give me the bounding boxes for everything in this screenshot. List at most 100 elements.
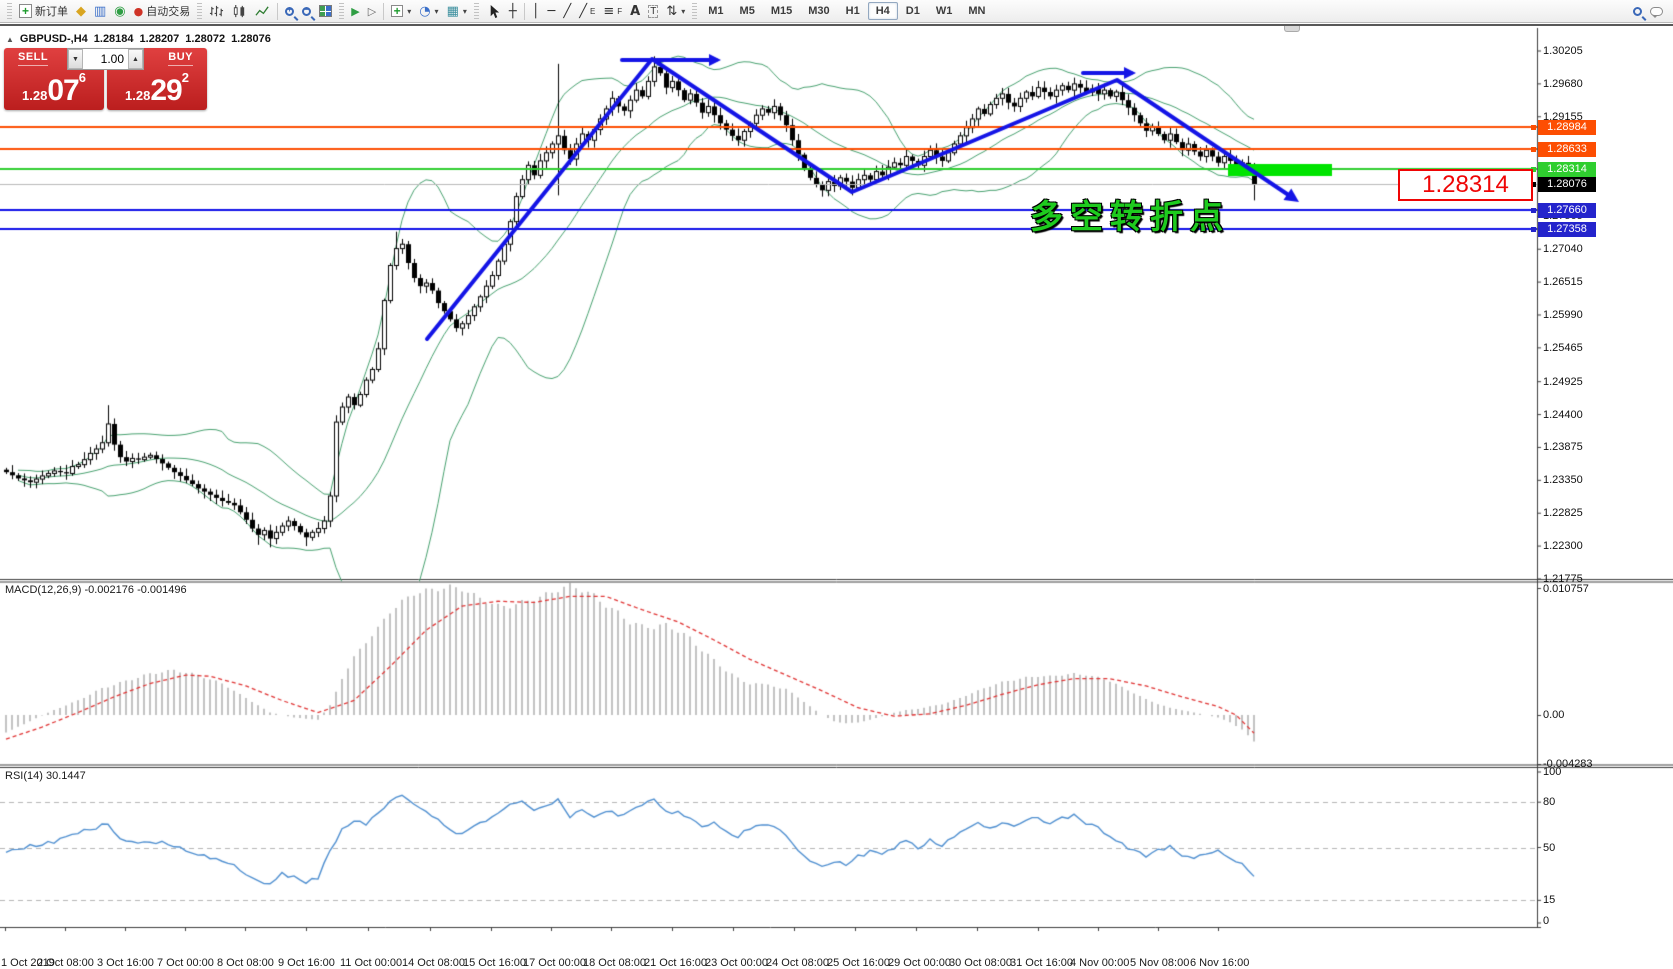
price-tag-label: 1.27358: [1538, 222, 1596, 237]
line-chart-icon: [255, 4, 270, 19]
autotrading-icon: ●: [134, 6, 144, 17]
buy-price: 1.28292: [107, 70, 207, 108]
splitter-handle[interactable]: [1284, 26, 1300, 32]
horizontal-line-icon: ─: [548, 5, 556, 18]
time-axis-label: 3 Oct 16:00: [97, 957, 154, 969]
volume-input[interactable]: [83, 49, 128, 69]
channel-icon: ╱: [579, 5, 587, 18]
one-click-trading-panel: SELL 1.28076 BUY 1.28292 ▼ ▲: [4, 48, 207, 110]
tile-windows-button[interactable]: [315, 1, 336, 21]
arrows-button[interactable]: ⇅ ▾: [662, 1, 689, 21]
rsi-axis-label: 100: [1543, 766, 1561, 778]
price-tick-label: 1.30205: [1543, 45, 1583, 57]
rsi-axis-label: 15: [1543, 894, 1555, 906]
chart-shift-button[interactable]: ▷: [364, 1, 380, 21]
market-depth-button[interactable]: ▥: [90, 1, 110, 21]
equidistant-channel-button[interactable]: ╱E: [575, 1, 599, 21]
cursor-button[interactable]: [482, 1, 505, 21]
chart-window: ▲ GBPUSD-,H4 1.28184 1.28207 1.28072 1.2…: [0, 24, 1673, 948]
timeframe-m5[interactable]: M5: [732, 2, 763, 20]
autotrading-button[interactable]: ● 自动交易: [130, 1, 195, 21]
timeframe-m1[interactable]: M1: [700, 2, 731, 20]
timeframe-h1[interactable]: H1: [838, 2, 868, 20]
search-icon[interactable]: [1633, 7, 1642, 16]
macd-axis-label: 0.010757: [1543, 583, 1589, 595]
price-tag-label: 1.28984: [1538, 120, 1596, 135]
line-chart-button[interactable]: [251, 1, 274, 21]
charts-button[interactable]: ◆: [72, 1, 90, 21]
new-order-icon: +: [19, 4, 32, 18]
turning-point-annotation: 多空转折点: [1030, 190, 1230, 238]
chat-icon[interactable]: [1650, 7, 1663, 16]
toolbar-grip[interactable]: [7, 3, 12, 19]
clock-icon: ◔: [419, 5, 430, 18]
time-axis-label: 5 Nov 08:00: [1130, 957, 1189, 969]
indicators-icon: +: [391, 5, 403, 17]
timeframe-m15[interactable]: M15: [763, 2, 800, 20]
rsi-axis-label: 80: [1543, 796, 1555, 808]
vertical-line-icon: │: [532, 5, 540, 18]
timeframe-bar: M1M5M15M30H1H4D1W1MN: [700, 2, 993, 20]
time-axis-label: 2 Oct 08:00: [37, 957, 94, 969]
collapse-icon[interactable]: ▲: [6, 35, 14, 44]
time-axis-label: 11 Oct 00:00: [340, 957, 402, 969]
time-axis-label: 29 Oct 00:00: [888, 957, 951, 969]
price-tick-label: 1.26515: [1543, 276, 1583, 288]
volume-decrease-button[interactable]: ▼: [68, 49, 83, 69]
time-axis-label: 23 Oct 00:00: [705, 957, 768, 969]
template-icon: ▦: [447, 5, 459, 18]
time-axis-label: 8 Oct 08:00: [217, 957, 274, 969]
vertical-line-button[interactable]: │: [528, 1, 544, 21]
periods-button[interactable]: ◔ ▾: [415, 1, 442, 21]
timeframe-mn[interactable]: MN: [960, 2, 993, 20]
autotrading-label: 自动交易: [146, 3, 190, 19]
chart-shift-icon: ▷: [368, 6, 376, 17]
price-tag-label: 1.28633: [1538, 142, 1596, 157]
volume-increase-button[interactable]: ▲: [128, 49, 143, 69]
text-button[interactable]: A: [626, 1, 644, 21]
price-tick-label: 1.24400: [1543, 409, 1583, 421]
timeframe-w1[interactable]: W1: [928, 2, 961, 20]
chart-canvas[interactable]: [0, 26, 1673, 950]
toolbar-grip[interactable]: [339, 3, 344, 19]
candlestick-chart-button[interactable]: [228, 1, 251, 21]
templates-button[interactable]: ▦ ▾: [443, 1, 471, 21]
zoom-in-button[interactable]: +: [281, 1, 298, 21]
fibonacci-button[interactable]: ≡F: [599, 1, 626, 21]
bar-chart-icon: [209, 4, 224, 19]
tile-windows-icon: [319, 5, 332, 17]
crosshair-icon: ┼: [509, 5, 517, 18]
candlestick-chart-icon: [232, 4, 247, 19]
rsi-axis-label: 0: [1543, 915, 1549, 927]
crosshair-button[interactable]: ┼: [505, 1, 521, 21]
toolbar-grip[interactable]: [197, 3, 202, 19]
auto-scroll-icon: ▶: [351, 6, 359, 17]
text-label-button[interactable]: T: [644, 1, 662, 21]
auto-scroll-button[interactable]: ▶: [347, 1, 363, 21]
timeframe-h4[interactable]: H4: [868, 2, 898, 20]
signals-button[interactable]: ◉: [110, 1, 129, 21]
bar-chart-button[interactable]: [205, 1, 228, 21]
price-callout-box: 1.28314: [1398, 169, 1533, 201]
timeframe-d1[interactable]: D1: [898, 2, 928, 20]
time-axis-label: 17 Oct 00:00: [523, 957, 586, 969]
zoom-out-button[interactable]: −: [298, 1, 315, 21]
price-tick-label: 1.23350: [1543, 474, 1583, 486]
macd-indicator-label: MACD(12,26,9) -0.002176 -0.001496: [5, 584, 187, 596]
new-order-button[interactable]: + 新订单: [15, 1, 72, 21]
timeframe-m30[interactable]: M30: [800, 2, 837, 20]
toolbar-grip[interactable]: [474, 3, 479, 19]
text-icon: A: [630, 5, 640, 18]
indicators-button[interactable]: + ▾: [387, 1, 415, 21]
price-tag-label: 1.28076: [1538, 177, 1596, 192]
buy-label: BUY: [168, 51, 193, 66]
time-axis-label: 25 Oct 16:00: [827, 957, 890, 969]
toolbar-grip[interactable]: [692, 3, 697, 19]
price-tick-label: 1.25465: [1543, 342, 1583, 354]
price-tag-label: 1.28314: [1538, 162, 1596, 177]
trendline-button[interactable]: ╱: [559, 1, 575, 21]
chevron-down-icon: ▾: [407, 7, 411, 16]
trendline-icon: ╱: [563, 5, 571, 18]
time-axis-label: 6 Nov 16:00: [1190, 957, 1249, 969]
horizontal-line-button[interactable]: ─: [544, 1, 560, 21]
